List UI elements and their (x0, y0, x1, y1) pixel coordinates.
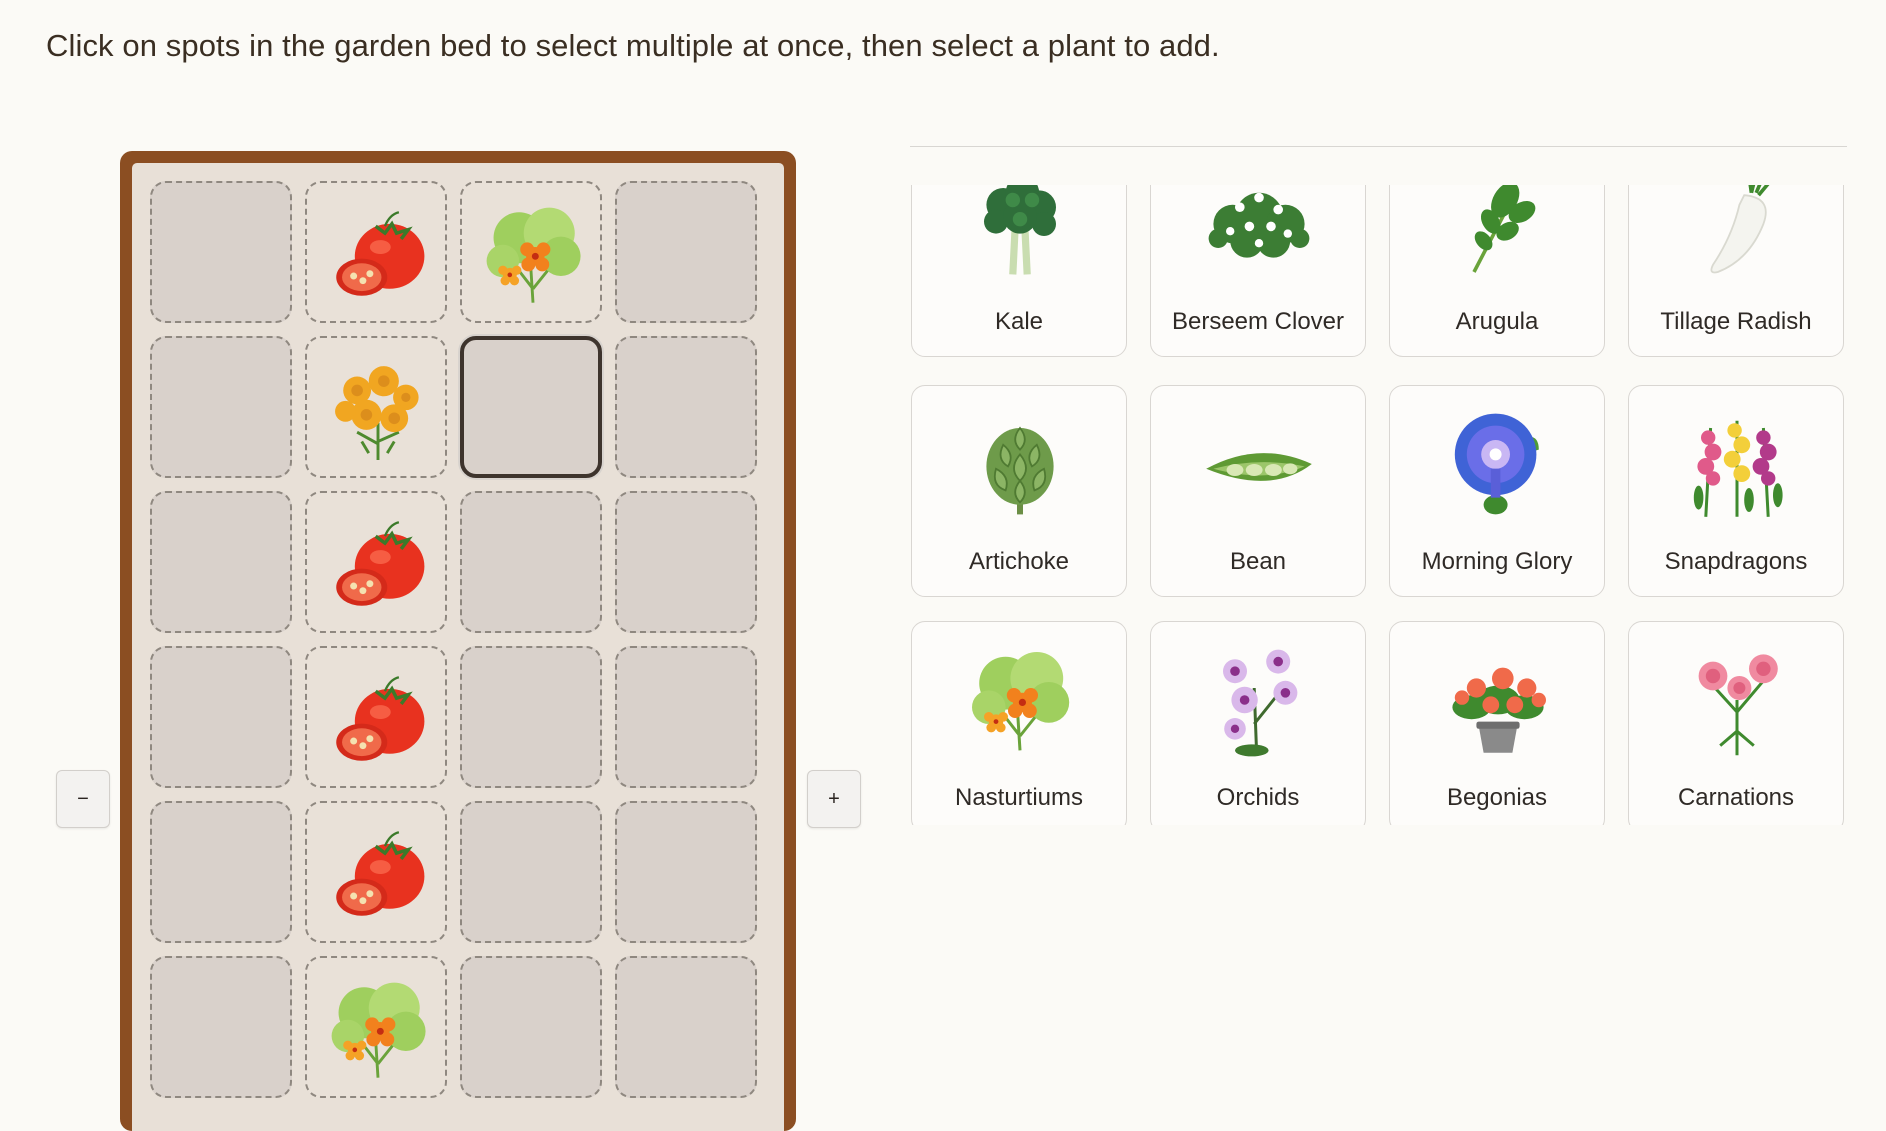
garden-cell-tomato[interactable] (305, 181, 447, 323)
plant-card-label: Snapdragons (1664, 548, 1808, 575)
garden-cell-tomato[interactable] (305, 646, 447, 788)
plant-card-snapdragon[interactable]: Snapdragons (1628, 385, 1844, 597)
plant-card-label: Orchids (1216, 784, 1300, 811)
plant-card-label: Nasturtiums (954, 784, 1084, 811)
plant-card-radish[interactable]: Tillage Radish (1628, 185, 1844, 357)
plant-card-orchid[interactable]: Orchids (1150, 621, 1366, 825)
garden-bed (120, 151, 796, 1131)
garden-cell-empty[interactable] (150, 956, 292, 1098)
palette-divider (910, 146, 1847, 147)
garden-cell-empty[interactable] (460, 956, 602, 1098)
garden-cell-empty[interactable] (150, 801, 292, 943)
plant-card-label: Berseem Clover (1171, 308, 1345, 335)
garden-cell-empty[interactable] (150, 646, 292, 788)
plant-card-label: Bean (1229, 548, 1287, 575)
plant-card-label: Morning Glory (1421, 548, 1573, 575)
garden-cell-nasturtium[interactable] (305, 956, 447, 1098)
garden-cell-empty[interactable] (615, 801, 757, 943)
garden-bed-soil (132, 163, 784, 1131)
garden-cell-empty[interactable] (150, 181, 292, 323)
garden-cell-empty[interactable] (460, 801, 602, 943)
plant-card-label: Kale (994, 308, 1044, 335)
garden-cell-empty[interactable] (615, 181, 757, 323)
plant-card-carnation[interactable]: Carnations (1628, 621, 1844, 825)
garden-cell-marigold[interactable] (305, 336, 447, 478)
garden-cell-empty[interactable] (615, 646, 757, 788)
garden-cell-empty[interactable] (615, 336, 757, 478)
plant-palette: Kale Berseem Clover Arugula Tillage Radish A… (905, 185, 1855, 825)
garden-cell-empty[interactable] (460, 491, 602, 633)
garden-cell-empty[interactable] (615, 956, 757, 1098)
plant-card-artichoke[interactable]: Artichoke (911, 385, 1127, 597)
plant-card-label: Arugula (1455, 308, 1539, 335)
garden-cell-selected[interactable] (460, 336, 602, 478)
plant-card-morning-glory[interactable]: Morning Glory (1389, 385, 1605, 597)
garden-cell-empty[interactable] (615, 491, 757, 633)
remove-row-button[interactable]: − (56, 770, 110, 828)
plant-card-label: Begonias (1446, 784, 1548, 811)
plant-card-bean[interactable]: Bean (1150, 385, 1366, 597)
garden-cell-empty[interactable] (460, 646, 602, 788)
instructions-text: Click on spots in the garden bed to sele… (46, 28, 1220, 63)
plant-card-label: Tillage Radish (1660, 308, 1812, 335)
plant-card-clover[interactable]: Berseem Clover (1150, 185, 1366, 357)
garden-cell-tomato[interactable] (305, 801, 447, 943)
add-row-button[interactable]: + (807, 770, 861, 828)
plant-card-kale[interactable]: Kale (911, 185, 1127, 357)
plant-card-nasturtium[interactable]: Nasturtiums (911, 621, 1127, 825)
garden-cell-tomato[interactable] (305, 491, 447, 633)
garden-cell-empty[interactable] (150, 491, 292, 633)
plant-card-begonia[interactable]: Begonias (1389, 621, 1605, 825)
plant-card-arugula[interactable]: Arugula (1389, 185, 1605, 357)
plant-card-label: Artichoke (968, 548, 1070, 575)
garden-cell-empty[interactable] (150, 336, 292, 478)
garden-cell-nasturtium[interactable] (460, 181, 602, 323)
plant-card-label: Carnations (1677, 784, 1795, 811)
